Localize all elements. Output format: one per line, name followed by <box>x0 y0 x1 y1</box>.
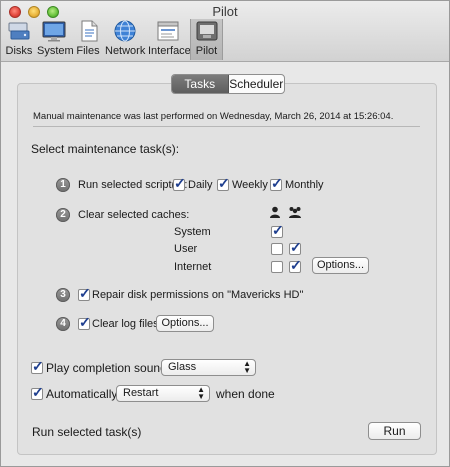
run-button[interactable]: Run <box>368 422 421 440</box>
toolbar-interface[interactable]: Interface <box>148 19 191 59</box>
clear-logs-checkbox[interactable] <box>78 314 91 331</box>
daily-label: Daily <box>188 179 213 191</box>
repair-permissions-checkbox[interactable] <box>78 285 91 302</box>
task-3-number-badge: 3 <box>56 288 70 302</box>
clear-logs-label: Clear log files <box>92 318 159 330</box>
daily-checkbox[interactable] <box>173 175 186 192</box>
toolbar-interface-label: Interface <box>148 45 191 57</box>
completion-sound-popup[interactable]: Glass ▲ ▼ <box>161 359 256 376</box>
toolbar-system-label: System <box>37 45 74 57</box>
run-selected-tasks-label: Run selected task(s) <box>32 425 142 439</box>
caches-options-button[interactable]: Options... <box>312 257 369 274</box>
automatic-action-value: Restart <box>123 387 159 399</box>
toolbar-files[interactable]: Files <box>76 19 100 59</box>
toolbar-pilot-label: Pilot <box>195 45 218 57</box>
system-cache-label: System <box>174 226 211 238</box>
completion-sound-label: Play completion sound: <box>46 361 171 375</box>
last-maintenance-status: Manual maintenance was last performed on… <box>33 111 394 122</box>
user-cache-all-checkbox[interactable] <box>289 239 302 256</box>
completion-sound-value: Glass <box>168 361 197 373</box>
files-icon <box>81 20 98 42</box>
monthly-label: Monthly <box>285 179 324 191</box>
monthly-checkbox[interactable] <box>270 175 283 192</box>
user-cache-single-checkbox[interactable] <box>271 243 283 255</box>
tab-scheduler[interactable]: Scheduler <box>229 75 285 93</box>
window-title: Pilot <box>212 4 238 19</box>
pilot-window: Pilot Disks System Files Network Interfa… <box>0 0 450 467</box>
toolbar-disks-label: Disks <box>5 45 33 57</box>
multiple-users-icon <box>289 207 301 218</box>
pilot-icon <box>196 21 217 41</box>
popup-arrows-icon: ▲ ▼ <box>197 385 205 401</box>
task-2-number-badge: 2 <box>56 208 70 222</box>
toolbar-network-label: Network <box>105 45 146 57</box>
tab-bar: Tasks Scheduler <box>171 74 285 94</box>
toolbar-system[interactable]: System <box>37 19 74 59</box>
task-1-number-badge: 1 <box>56 178 70 192</box>
completion-sound-checkbox[interactable] <box>31 358 44 375</box>
single-user-icon <box>270 206 280 218</box>
automatically-label: Automatically <box>46 387 118 401</box>
internet-cache-label: Internet <box>174 261 212 273</box>
section-title: Select maintenance task(s): <box>31 142 180 156</box>
toolbar-files-label: Files <box>76 45 100 57</box>
tab-tasks[interactable]: Tasks <box>172 75 229 93</box>
disks-icon <box>8 22 30 40</box>
weekly-label: Weekly <box>232 179 268 191</box>
when-done-label: when done <box>216 387 275 401</box>
toolbar-network[interactable]: Network <box>105 19 145 59</box>
internet-cache-single-checkbox[interactable] <box>271 261 283 273</box>
toolbar-disks[interactable]: Disks <box>5 19 33 59</box>
automatic-action-popup[interactable]: Restart ▲ ▼ <box>116 385 210 402</box>
logs-options-button[interactable]: Options... <box>156 315 214 332</box>
task-2-label: Clear selected caches: <box>78 209 190 221</box>
task-4-number-badge: 4 <box>56 317 70 331</box>
repair-permissions-label: Repair disk permissions on "Mavericks HD… <box>92 289 304 301</box>
user-cache-label: User <box>174 243 198 255</box>
toolbar-pilot[interactable]: Pilot <box>190 19 223 60</box>
separator <box>33 126 420 127</box>
automatically-checkbox[interactable] <box>31 384 44 401</box>
title-bar: Pilot Disks System Files Network Interfa… <box>1 1 449 62</box>
weekly-checkbox[interactable] <box>217 175 230 192</box>
interface-icon <box>157 21 179 41</box>
task-1-label: Run selected script(s): <box>78 179 188 191</box>
system-cache-checkbox[interactable] <box>271 222 284 239</box>
popup-arrows-icon: ▲ ▼ <box>243 359 251 375</box>
network-icon <box>114 20 136 42</box>
internet-cache-all-checkbox[interactable] <box>289 257 302 274</box>
system-icon <box>42 21 66 42</box>
